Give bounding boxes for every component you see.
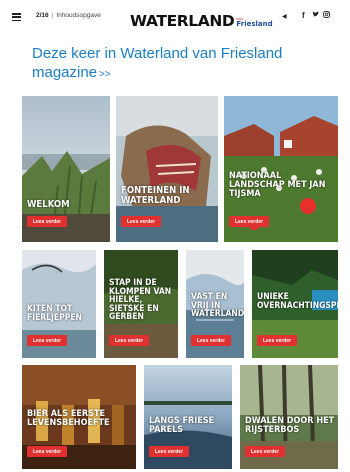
article-title: Dwalen door het Rijsterbos [245,416,335,435]
article-card-klompen[interactable]: Stap in de klompen van Hielke, Sietske e… [104,250,178,358]
instagram-icon[interactable] [323,11,330,20]
read-more-button[interactable]: Lees verder [121,216,161,227]
article-title: Bier als eerste levensbehoefte [27,409,110,428]
twitter-icon[interactable] [312,11,319,20]
facebook-icon[interactable]: f [302,11,305,20]
article-card-landschap[interactable]: Nationaal landschap met Jan Tijsma Lees … [224,96,338,242]
read-more-button[interactable]: Lees verder [27,446,67,457]
logo-friesland-text: Friesland [236,20,273,28]
read-more-button[interactable]: Lees verder [229,216,269,227]
article-title: Nationaal landschap met Jan Tijsma [229,171,326,199]
top-bar: 2/16 | Inhoudsopgave WATERLAND van Friesla… [0,0,350,34]
read-more-button[interactable]: Lees verder [257,335,297,346]
article-card-rijsterbos[interactable]: Dwalen door het Rijsterbos Lees verder [240,365,338,469]
article-title: Fonteinen in Waterland [121,185,190,206]
read-more-button[interactable]: Lees verder [191,335,231,346]
headline-arrows: >> [99,69,111,80]
article-card-kiten[interactable]: Kiten tot fierljeppen Lees verder [22,250,96,358]
section-name: Inhoudsopgave [56,12,101,19]
article-card-welkom[interactable]: Welkom Lees verder [22,96,110,242]
read-more-button[interactable]: Lees verder [149,446,189,457]
logo-sub: van Friesland [236,17,272,28]
page-indicator: 2/16 | Inhoudsopgave [36,12,101,19]
article-title: Langs Friese parels [149,416,215,435]
menu-icon[interactable] [12,13,21,21]
article-title: Welkom [27,199,70,210]
headline-line1: Deze keer in Waterland van Friesland [32,45,283,62]
headline-line2: magazine [32,64,98,81]
logo-main-text: WATERLAND [130,12,235,30]
article-title: Vast en vrij in Waterland [191,292,244,319]
magazine-logo[interactable]: WATERLAND van Friesland [130,9,273,29]
read-more-button[interactable]: Lees verder [27,216,67,227]
article-card-vast-en-vrij[interactable]: Vast en vrij in Waterland Lees verder [186,250,244,358]
page-headline: Deze keer in Waterland van Friesland mag… [32,44,322,84]
read-more-button[interactable]: Lees verder [109,335,149,346]
share-icon[interactable]: ◀ [282,13,287,20]
article-card-friese-parels[interactable]: Langs Friese parels Lees verder [144,365,232,469]
read-more-button[interactable]: Lees verder [245,446,285,457]
article-card-bier[interactable]: Bier als eerste levensbehoefte Lees verd… [22,365,136,469]
article-title: Stap in de klompen van Hielke, Sietske e… [109,278,172,322]
read-more-button[interactable]: Lees verder [27,335,67,346]
article-title: Kiten tot fierljeppen [27,304,82,323]
article-title: Unieke overnachtingsplekken [257,292,338,311]
page-number: 2/16 [36,12,49,19]
article-card-overnachtingsplekken[interactable]: Unieke overnachtingsplekken Lees verder [252,250,338,358]
article-card-fonteinen[interactable]: Fonteinen in Waterland Lees verder [116,96,218,242]
